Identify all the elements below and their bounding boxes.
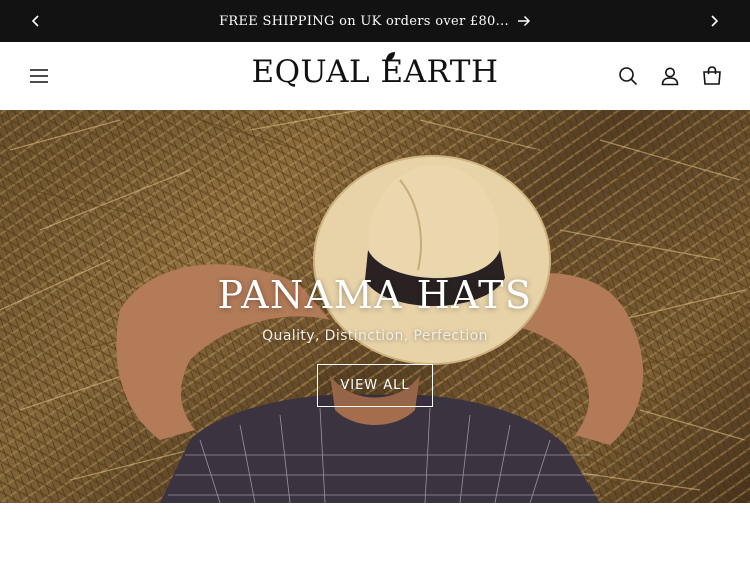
cart-button[interactable] [696,60,728,92]
leaf-icon [386,52,396,61]
announcement-next-button[interactable] [694,0,734,42]
announcement-bar: FREE SHIPPING on UK orders over £80... [0,0,750,42]
search-button[interactable] [612,60,644,92]
announcement-link[interactable]: FREE SHIPPING on UK orders over £80... [219,14,531,29]
arrow-right-icon [517,15,530,27]
search-icon [619,67,638,86]
hero-banner: PANAMA HATS Quality, Distinction, Perfec… [0,110,750,503]
announcement-prev-button[interactable] [16,0,56,42]
announcement-text: FREE SHIPPING on UK orders over £80... [219,13,509,29]
account-icon [661,67,679,86]
site-header: EQUAL EARTH [0,42,750,110]
hero-title: PANAMA HATS [217,273,533,317]
hero-subtitle: Quality, Distinction, Perfection [262,328,488,344]
cart-icon [703,66,721,85]
logo-text: EQUAL EARTH [251,54,499,90]
chevron-left-icon [31,15,39,27]
chevron-right-icon [711,15,719,27]
account-button[interactable] [654,60,686,92]
view-all-button[interactable]: VIEW ALL [317,364,433,407]
